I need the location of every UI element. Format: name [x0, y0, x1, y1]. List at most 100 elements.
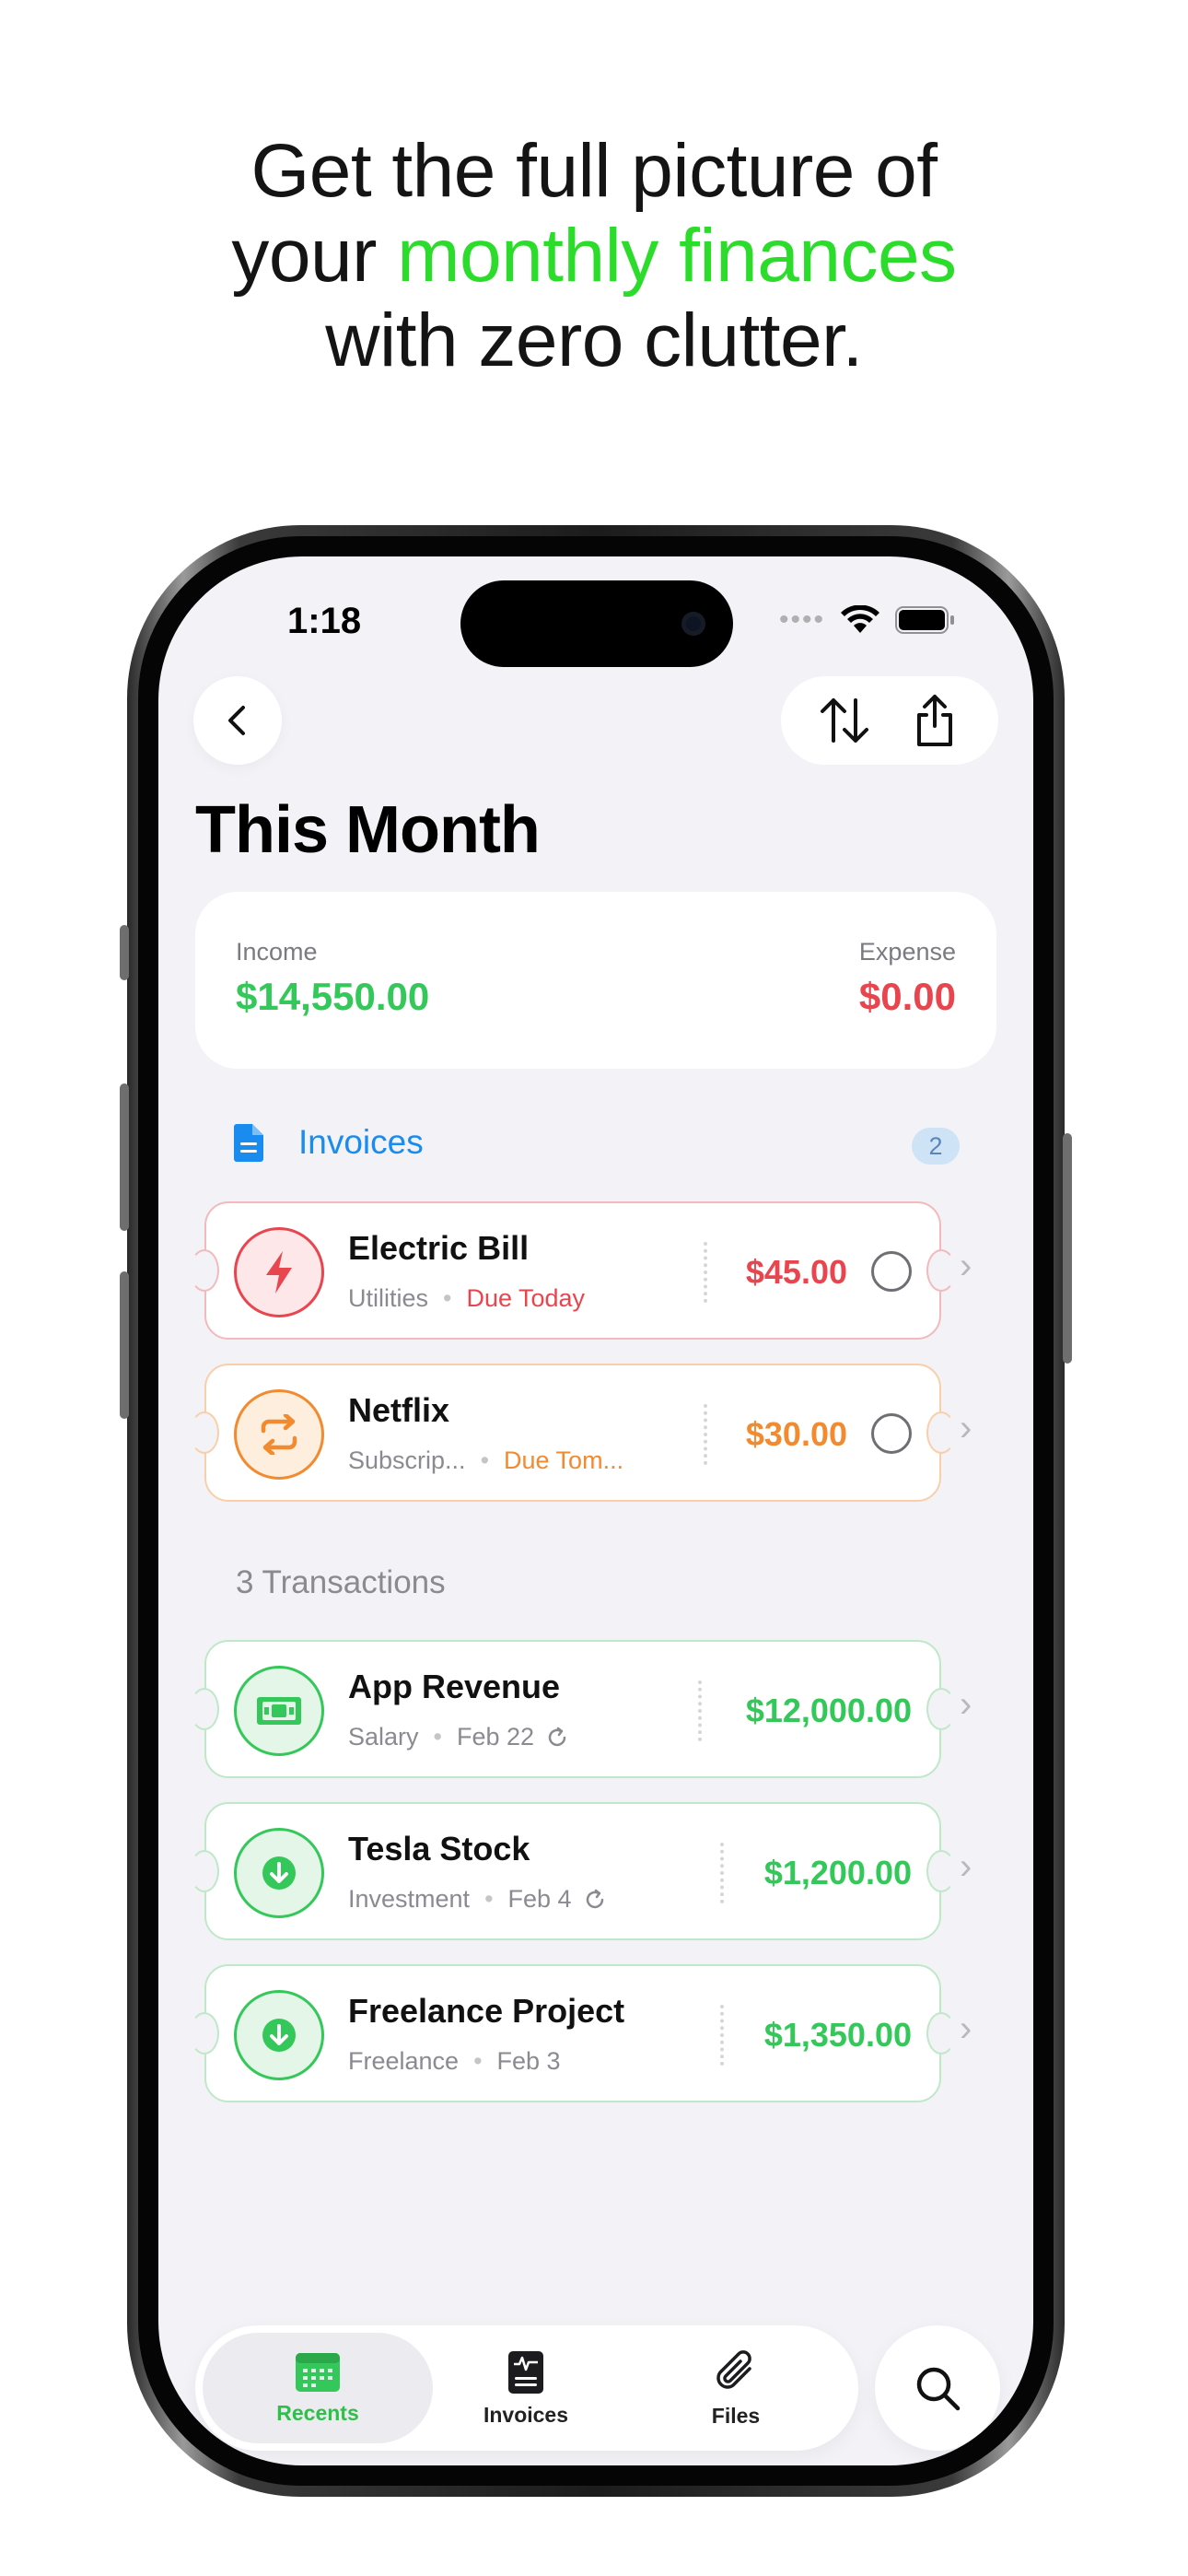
transactions-header: 3 Transactions	[236, 1564, 446, 1600]
invoice-title: Electric Bill	[348, 1229, 530, 1267]
status-time: 1:18	[287, 601, 362, 641]
expense-value: $0.00	[858, 975, 956, 1018]
transaction-row[interactable]: Tesla Stock Investment • Feb 4 $1,200.00	[190, 1802, 956, 1940]
search-icon	[916, 2367, 961, 2411]
income-label: Income	[236, 938, 318, 966]
marketing-headline: Get the full picture of your monthly fin…	[0, 129, 1188, 383]
ticket-notch-right	[926, 1249, 956, 1292]
transaction-title: Tesla Stock	[348, 1830, 530, 1868]
document-icon	[234, 1124, 263, 1162]
tab-bar: Recents Invoices Files	[195, 2325, 858, 2451]
invoice-subtitle: Subscrip... • Due Tom...	[348, 1446, 624, 1474]
paperclip-icon	[716, 2349, 751, 2389]
tab-files[interactable]: Files	[621, 2333, 851, 2443]
tab-invoices-label: Invoices	[483, 2402, 569, 2427]
expense-label: Expense	[858, 938, 956, 966]
invoices-count-badge: 2	[912, 1128, 960, 1165]
camera-icon	[681, 612, 705, 636]
sort-arrows-icon	[821, 698, 868, 743]
summary-card: Income $14,550.00 Expense $0.00	[195, 892, 996, 1069]
dynamic-island	[460, 580, 733, 667]
ticket-divider	[704, 1242, 707, 1303]
chevron-right-icon: ›	[960, 1846, 973, 1887]
recurring-icon	[586, 1889, 603, 1908]
tab-recents[interactable]: Recents	[203, 2333, 433, 2443]
cash-icon	[234, 1666, 324, 1756]
invoice-category: Utilities	[348, 1284, 429, 1312]
transaction-category: Freelance	[348, 2047, 460, 2075]
transaction-subtitle: Investment • Feb 4	[348, 1885, 607, 1914]
transaction-category: Salary	[348, 1723, 419, 1751]
calendar-icon	[296, 2352, 340, 2392]
page-title: This Month	[195, 793, 541, 867]
transaction-date: Feb 22	[456, 1723, 535, 1751]
headline-line-1: Get the full picture of	[250, 129, 938, 213]
ticket-divider	[720, 2005, 724, 2066]
invoices-section-header[interactable]: Invoices	[232, 1122, 424, 1163]
ticket-notch-right	[926, 2012, 956, 2055]
invoice-amount: $45.00	[745, 1253, 847, 1291]
ticket-notch-left	[190, 1411, 219, 1454]
ticket-notch-left	[190, 1688, 219, 1730]
power-button	[1063, 1133, 1072, 1364]
transaction-subtitle: Freelance • Feb 3	[348, 2047, 561, 2075]
phone-screen: 1:18 •••• This Month Income $14,550.00 E…	[158, 556, 1033, 2465]
ticket-notch-left	[190, 2012, 219, 2055]
transaction-amount: $1,200.00	[763, 1854, 912, 1891]
chevron-right-icon: ›	[960, 1246, 973, 1286]
tab-invoices[interactable]: Invoices	[411, 2333, 641, 2443]
transaction-row[interactable]: App Revenue Salary • Feb 22 $12,000.00	[190, 1640, 956, 1778]
headline-line-3: with zero clutter.	[325, 299, 863, 382]
transaction-date: Feb 3	[496, 2047, 561, 2075]
invoice-row[interactable]: Electric Bill Utilities • Due Today $45.00	[190, 1201, 956, 1340]
share-button[interactable]	[902, 687, 968, 754]
invoice-icon	[508, 2350, 543, 2394]
share-icon	[917, 695, 952, 746]
volume-down-button	[120, 1271, 129, 1419]
battery-icon	[895, 606, 954, 634]
arrow-down-circle-icon	[234, 1828, 324, 1918]
ticket-notch-left	[190, 1249, 219, 1292]
nav-actions	[781, 676, 998, 765]
chevron-right-icon: ›	[960, 1408, 973, 1448]
invoice-amount: $30.00	[745, 1415, 847, 1453]
ticket-divider	[704, 1404, 707, 1465]
ticket-notch-right	[926, 1411, 956, 1454]
income-value: $14,550.00	[236, 975, 430, 1018]
chevron-right-icon: ›	[960, 1684, 973, 1725]
ticket-notch-right	[926, 1688, 956, 1730]
invoices-label: Invoices	[298, 1123, 424, 1161]
invoice-due: Due Today	[466, 1284, 586, 1312]
transaction-category: Investment	[348, 1885, 471, 1913]
invoice-category: Subscrip...	[348, 1446, 466, 1474]
wifi-icon	[841, 605, 879, 633]
chevron-left-icon	[228, 706, 245, 735]
chevron-right-icon: ›	[960, 2008, 973, 2049]
invoice-subtitle: Utilities • Due Today	[348, 1284, 586, 1312]
volume-up-button	[120, 1083, 129, 1231]
headline-line-2: your monthly finances	[0, 214, 1188, 299]
signal-icon: ••••	[778, 604, 825, 635]
invoice-row[interactable]: Netflix Subscrip... • Due Tom... $30.00	[190, 1364, 956, 1502]
headline-accent: monthly finances	[397, 214, 957, 298]
sort-button[interactable]	[811, 687, 878, 754]
transaction-amount: $12,000.00	[745, 1692, 912, 1729]
bolt-icon	[234, 1227, 324, 1317]
search-button[interactable]	[875, 2325, 1000, 2451]
invoice-title: Netflix	[348, 1391, 450, 1429]
mark-paid-checkbox[interactable]	[871, 1251, 912, 1292]
transaction-title: Freelance Project	[348, 1992, 625, 2030]
mark-paid-checkbox[interactable]	[871, 1413, 912, 1454]
back-button[interactable]	[193, 676, 282, 765]
transaction-date: Feb 4	[507, 1885, 572, 1913]
ticket-notch-right	[926, 1850, 956, 1892]
invoice-due: Due Tom...	[504, 1446, 624, 1474]
transaction-title: App Revenue	[348, 1668, 561, 1705]
transaction-row[interactable]: Freelance Project Freelance • Feb 3 $1,350…	[190, 1964, 956, 2102]
headline-line-2-prefix: your	[231, 214, 398, 298]
ticket-notch-left	[190, 1850, 219, 1892]
repeat-icon	[234, 1389, 324, 1480]
action-button	[120, 925, 129, 980]
recurring-icon	[548, 1727, 566, 1746]
ticket-divider	[698, 1680, 702, 1741]
